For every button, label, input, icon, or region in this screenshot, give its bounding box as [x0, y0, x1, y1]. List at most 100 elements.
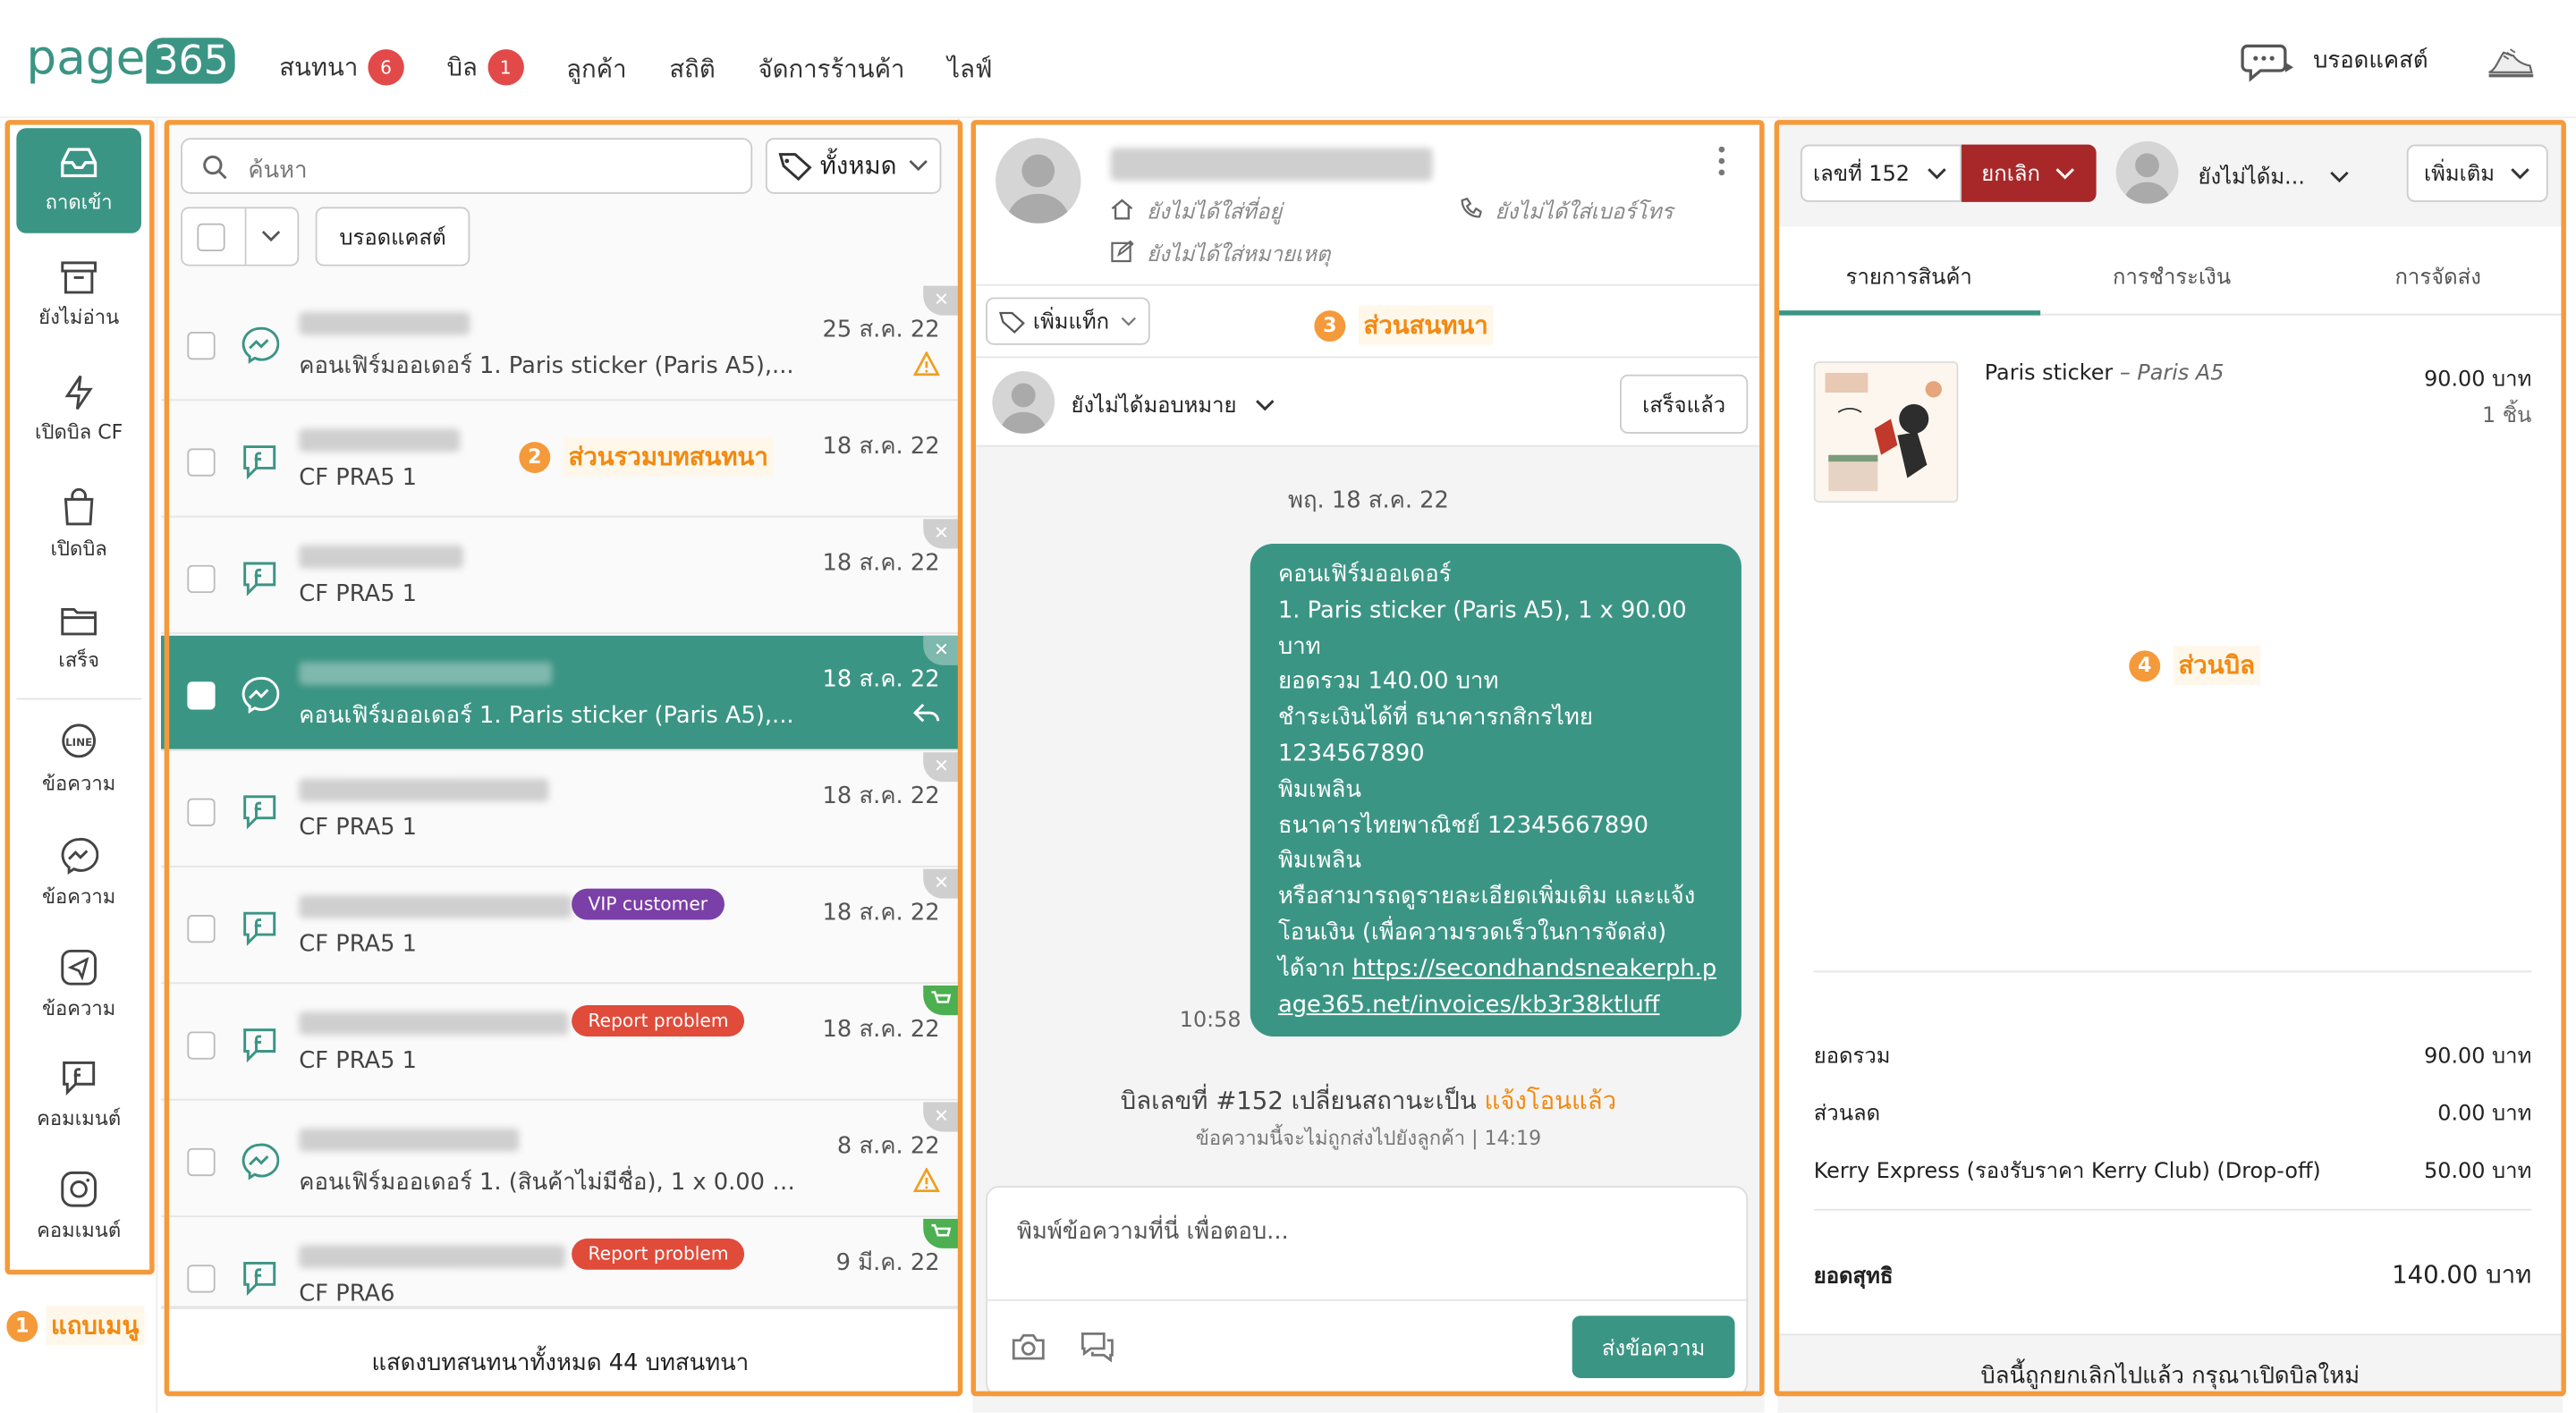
close-icon[interactable]: ✕ — [923, 519, 960, 549]
row-checkbox[interactable] — [187, 1265, 216, 1293]
message-time: 10:58 — [1179, 1008, 1241, 1034]
tag-icon — [778, 153, 812, 182]
broadcast-link[interactable]: บรอดแคสต์ — [2241, 39, 2428, 82]
row-checkbox[interactable] — [187, 448, 216, 477]
close-icon[interactable]: ✕ — [923, 635, 960, 665]
message-bubble[interactable]: คอนเฟิร์มออเดอร์ 1. Paris sticker (Paris … — [1250, 543, 1741, 1036]
bill-number-dropdown[interactable]: เลขที่ 152 — [1801, 144, 1962, 202]
row-checkbox[interactable] — [187, 1031, 216, 1060]
logo[interactable]: page 365 — [26, 30, 236, 86]
bill-count-badge: 1 — [487, 49, 524, 86]
add-tag-button[interactable]: เพิ่มแท็ก — [986, 297, 1150, 345]
customer-name — [299, 1011, 569, 1036]
cart-icon — [923, 1218, 960, 1248]
cancel-bill-button[interactable]: ยกเลิก — [1962, 144, 2097, 202]
conversation-row[interactable]: คอนเฟิร์มออเดอร์ 1. Paris sticker (Paris… — [160, 285, 960, 402]
chevron-down-icon — [2510, 167, 2529, 179]
facebook-comment-icon — [243, 911, 276, 946]
select-all-dropdown[interactable] — [181, 207, 300, 267]
sneaker-icon — [2488, 48, 2534, 78]
select-all-checkbox[interactable] — [197, 222, 225, 251]
close-icon[interactable]: ✕ — [923, 752, 960, 783]
sidebar-item-fb-comment[interactable]: คอมเมนต์ — [16, 1058, 141, 1135]
quick-reply-icon[interactable] — [1080, 1331, 1115, 1364]
conversation-row[interactable]: CF PRA6 9 มี.ค. 22 Report problem — [160, 1218, 960, 1308]
close-icon[interactable]: ✕ — [923, 868, 960, 899]
search-placeholder: ค้นหา — [248, 157, 308, 184]
search-input[interactable]: ค้นหา — [181, 138, 753, 194]
bill-assignee-dropdown[interactable]: ยังไม่ได้ม... — [2199, 159, 2351, 194]
bill-tabs: รายการสินค้า การชำระเงิน การจัดส่ง — [1777, 226, 2563, 316]
sidebar-item-done[interactable]: เสร็จ — [16, 603, 141, 677]
sidebar-item-instagram[interactable]: คอมเมนต์ — [16, 1170, 141, 1247]
assign-dropdown[interactable]: ยังไม่ได้มอบหมาย — [1072, 387, 1276, 422]
row-checkbox[interactable] — [187, 332, 216, 360]
net-label: ยอดสุทธิ — [1813, 1265, 1894, 1290]
customer-name — [299, 895, 572, 918]
invoice-link-continued[interactable]: age365.net/invoices/kb3r38ktluff — [1278, 988, 1725, 1024]
product-qty: 1 ชิ้น — [2482, 403, 2532, 429]
nav-bills[interactable]: บิล 1 — [447, 46, 524, 89]
reply-input[interactable]: พิมพ์ข้อความที่นี่ เพื่อตอบ... — [1017, 1214, 1289, 1249]
conversation-row[interactable]: คอนเฟิร์มออเดอร์ 1. Paris sticker (Paris… — [160, 635, 960, 751]
sidebar-divider — [16, 698, 141, 700]
search-icon — [203, 155, 227, 180]
row-checkbox[interactable] — [187, 915, 216, 943]
annotation-2: 2 ส่วนรวมบทสนทนา — [519, 436, 774, 477]
row-checkbox[interactable] — [187, 798, 216, 826]
conversation-row[interactable]: CF PRA5 1 18 ส.ค. 22 Report problem — [160, 986, 960, 1101]
address-field[interactable]: ยังไม่ได้ใส่ที่อยู่ — [1147, 194, 1282, 229]
tab-items[interactable]: รายการสินค้า — [1777, 259, 2040, 294]
phone-field[interactable]: ยังไม่ได้ใส่เบอร์โทร — [1495, 194, 1673, 229]
close-icon[interactable]: ✕ — [923, 1102, 960, 1132]
date-divider: พฤ. 18 ส.ค. 22 — [1288, 487, 1449, 514]
filter-dropdown[interactable]: ทั้งหมด — [765, 138, 942, 194]
customer-name — [299, 662, 553, 685]
conversation-row[interactable]: คอนเฟิร์มออเดอร์ 1. (สินค้าไม่มีชื่อ), 1… — [160, 1102, 960, 1217]
shop-avatar[interactable] — [2484, 36, 2537, 85]
broadcast-button[interactable]: บรอดแคสต์ — [315, 207, 470, 267]
sidebar-item-bill[interactable]: เปิดบิล — [16, 487, 141, 564]
bill-cancelled-notice: บิลนี้ถูกยกเลิกไปแล้ว กรุณาเปิดบิลใหม่ — [1980, 1363, 2360, 1390]
user-icon — [1005, 154, 1072, 224]
status-message: บิลเลขที่ #152 เปลี่ยนสถานะเป็น แจ้งโอนแ… — [1120, 1086, 1617, 1116]
invoice-link[interactable]: https://secondhandsneakerph.p — [1352, 956, 1716, 982]
send-button[interactable]: ส่งข้อความ — [1572, 1316, 1735, 1378]
sidebar-item-messenger[interactable]: ข้อความ — [16, 836, 141, 913]
conversation-row[interactable]: CF PRA5 1 18 ส.ค. 22 ✕ VIP customer — [160, 868, 960, 985]
messenger-icon — [242, 676, 280, 715]
more-vertical-icon[interactable] — [1712, 145, 1732, 178]
reply-box: พิมพ์ข้อความที่นี่ เพื่อตอบ... ส่งข้อควา… — [986, 1186, 1749, 1397]
nav-stats[interactable]: สถิติ — [669, 49, 715, 89]
bolt-icon — [64, 375, 93, 410]
conversation-row[interactable]: CF PRA5 1 18 ส.ค. 22 ✕ — [160, 752, 960, 867]
nav-shop-manage[interactable]: จัดการร้านค้า — [758, 49, 904, 89]
done-button[interactable]: เสร็จแล้ว — [1619, 374, 1749, 434]
customer-name — [299, 1128, 520, 1152]
sidebar-item-cf-bill[interactable]: เปิดบิล CF — [16, 375, 141, 449]
bubble-line: ยอดรวม 140.00 บาท — [1277, 669, 1499, 696]
row-checkbox[interactable] — [187, 564, 216, 594]
last-message: คอนเฟิร์มออเดอร์ 1. Paris sticker (Paris… — [299, 703, 794, 730]
sidebar-item-telegram[interactable]: ข้อความ — [16, 948, 141, 1025]
chevron-down-icon — [2330, 170, 2349, 182]
shipping-label: Kerry Express (รองรับราคา Kerry Club) (D… — [1813, 1159, 2321, 1185]
customer-name — [299, 311, 470, 335]
tab-payment[interactable]: การชำระเงิน — [2040, 259, 2303, 294]
camera-icon[interactable] — [1011, 1333, 1046, 1362]
nav-chat[interactable]: สนทนา 6 — [279, 46, 404, 89]
annotation-3: 3 ส่วนสนทนา — [1314, 305, 1494, 345]
conversation-row[interactable]: CF PRA5 1 18 ส.ค. 22 ✕ — [160, 519, 960, 634]
sidebar-item-unread[interactable]: ยังไม่อ่าน — [16, 259, 141, 334]
tab-shipping[interactable]: การจัดส่ง — [2307, 259, 2570, 294]
product-thumbnail[interactable] — [1813, 361, 1959, 503]
more-dropdown[interactable]: เพิ่มเติม — [2406, 144, 2548, 202]
sidebar-item-line[interactable]: LINE ข้อความ — [16, 723, 141, 800]
nav-live[interactable]: ไลฟ์ — [947, 49, 992, 89]
note-field[interactable]: ยังไม่ได้ใส่หมายเหตุ — [1147, 236, 1330, 271]
row-checkbox[interactable] — [187, 1147, 216, 1177]
row-checkbox[interactable] — [187, 681, 216, 710]
nav-customers[interactable]: ลูกค้า — [566, 49, 626, 89]
close-icon[interactable]: ✕ — [923, 285, 960, 316]
customer-avatar[interactable] — [996, 138, 1081, 224]
